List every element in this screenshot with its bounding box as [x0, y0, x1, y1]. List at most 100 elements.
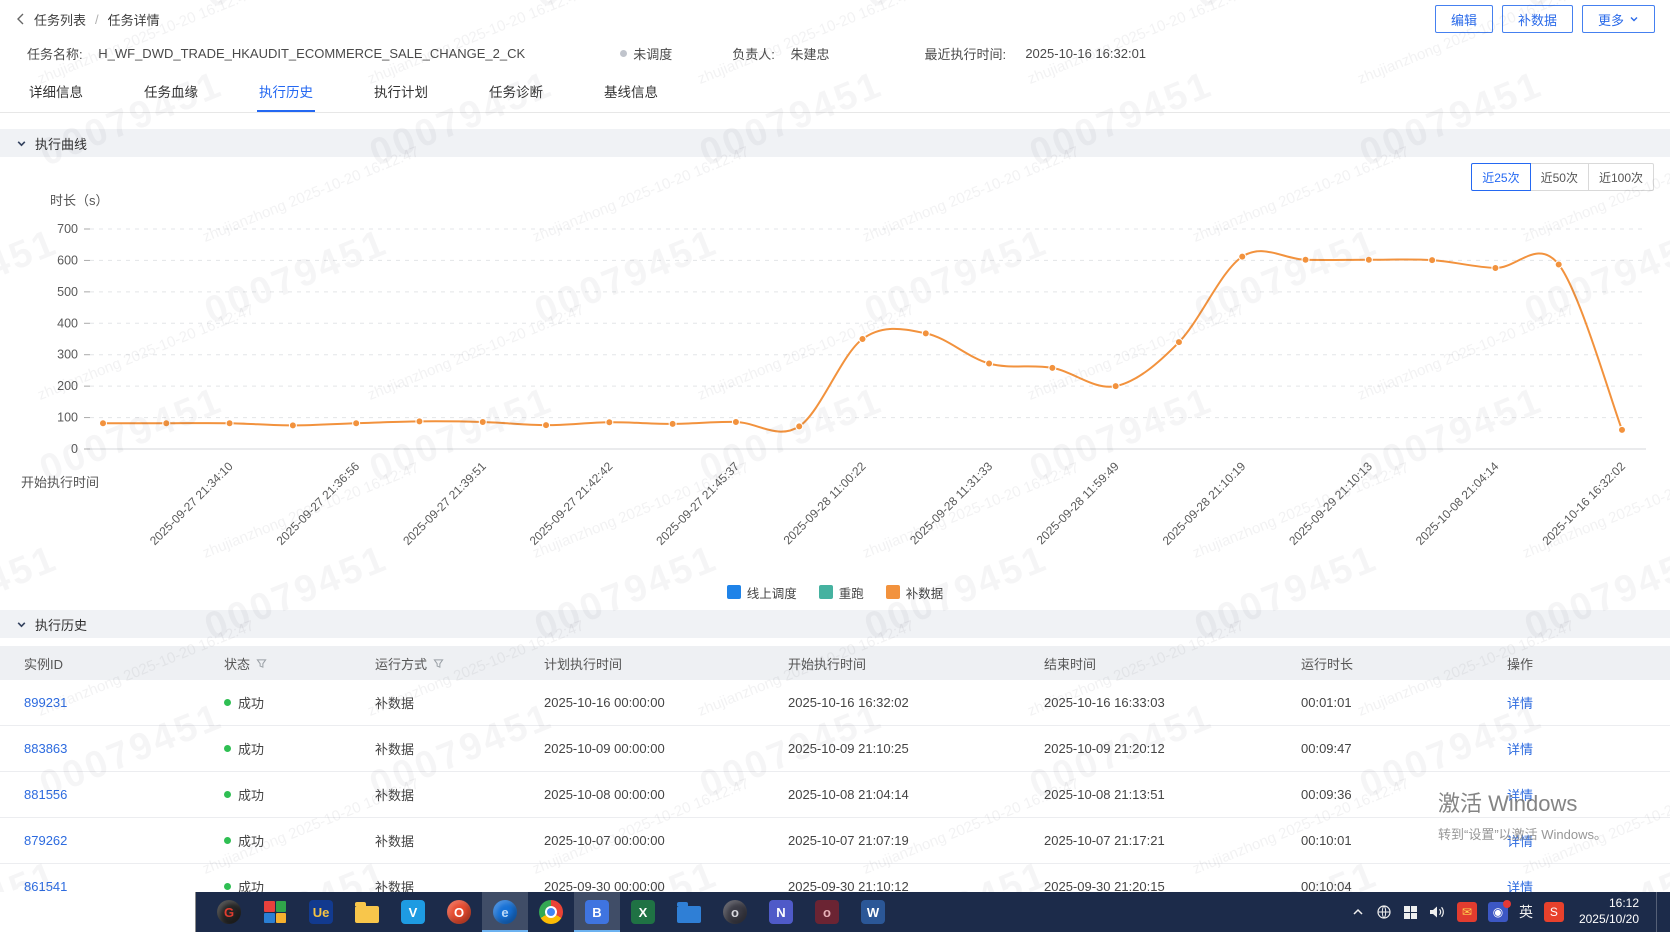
end-time-cell: 2025-10-09 21:20:12: [1044, 741, 1165, 756]
status-cell: 成功: [224, 693, 375, 712]
tab-history[interactable]: 执行历史: [257, 68, 315, 112]
detail-link[interactable]: 详情: [1507, 696, 1533, 711]
last-exec-time: 最近执行时间: 2025-10-16 16:32:01: [924, 45, 1147, 62]
start-time-cell: 2025-10-07 21:07:19: [788, 833, 909, 848]
tab-diagnosis[interactable]: 任务诊断: [487, 68, 545, 112]
backfill-button[interactable]: 补数据: [1501, 5, 1573, 33]
tray-windows-icon[interactable]: [1403, 905, 1418, 920]
detail-link[interactable]: 详情: [1507, 880, 1533, 892]
end-time-cell: 2025-10-16 16:33:03: [1044, 695, 1165, 710]
detail-link[interactable]: 详情: [1507, 788, 1533, 803]
start-time-cell: 2025-10-09 21:10:25: [788, 741, 909, 756]
tray-foxmail-icon[interactable]: ✉: [1456, 902, 1477, 922]
legend-rerun-swatch: [818, 585, 833, 599]
svg-text:700: 700: [57, 222, 78, 236]
instance-id-link[interactable]: 861541: [24, 879, 67, 892]
detail-link[interactable]: 详情: [1507, 742, 1533, 757]
tab-baseline[interactable]: 基线信息: [602, 68, 660, 112]
tab-bar: 详细信息 任务血缘 执行历史 执行计划 任务诊断 基线信息: [0, 68, 1670, 113]
back-icon[interactable]: [16, 13, 25, 25]
legend-backfill[interactable]: 补数据: [885, 583, 943, 602]
app-dark-red-g[interactable]: G: [206, 892, 252, 932]
instance-id-link[interactable]: 883863: [24, 741, 67, 756]
app-ultraedit[interactable]: Ue: [298, 892, 344, 932]
col-action: 操作: [1507, 656, 1534, 672]
more-button[interactable]: 更多: [1581, 5, 1655, 33]
tray-sogou-icon[interactable]: S: [1543, 902, 1564, 922]
instance-id-link[interactable]: 879262: [24, 833, 67, 848]
planned-time-cell: 2025-09-30 00:00:00: [544, 879, 665, 892]
run-mode-filter-icon[interactable]: [433, 658, 444, 669]
col-run-mode: 运行方式: [375, 654, 544, 673]
planned-time-cell: 2025-10-07 00:00:00: [544, 833, 665, 848]
status-cell: 成功: [224, 831, 375, 850]
tray-network-icon[interactable]: [1376, 904, 1392, 920]
end-time-cell: 2025-10-07 21:17:21: [1044, 833, 1165, 848]
taskbar-clock[interactable]: 16:12 2025/10/20: [1579, 896, 1639, 927]
range-50-button[interactable]: 近50次: [1529, 163, 1589, 191]
start-time-cell: 2025-10-08 21:04:14: [788, 787, 909, 802]
task-info-row: 任务名称: H_WF_DWD_TRADE_HKAUDIT_ECOMMERCE_S…: [0, 38, 1670, 68]
range-100-button[interactable]: 近100次: [1587, 163, 1654, 191]
planned-time-cell: 2025-10-09 00:00:00: [544, 741, 665, 756]
tray-notification-icon[interactable]: ◉: [1487, 900, 1511, 922]
edit-button[interactable]: 编辑: [1434, 5, 1493, 33]
breadcrumb-task-list[interactable]: 任务列表: [34, 10, 86, 29]
app-blue-folder[interactable]: [666, 892, 712, 932]
app-excel[interactable]: X: [620, 892, 666, 932]
col-duration: 运行时长: [1301, 656, 1354, 672]
legend-rerun[interactable]: 重跑: [818, 583, 864, 602]
svg-text:0: 0: [71, 442, 78, 456]
tray-ime-label[interactable]: 英: [1519, 902, 1533, 922]
start-time-cell: 2025-10-16 16:32:02: [788, 695, 909, 710]
success-dot: [224, 883, 231, 890]
tray-chevron-up-icon[interactable]: [1351, 906, 1365, 918]
svg-text:200: 200: [57, 379, 78, 393]
show-desktop-button[interactable]: [1656, 892, 1662, 932]
detail-link[interactable]: 详情: [1507, 834, 1533, 849]
svg-text:2025-09-27 21:39:51: 2025-09-27 21:39:51: [400, 459, 489, 548]
tab-plan[interactable]: 执行计划: [372, 68, 430, 112]
tray-volume-icon[interactable]: [1429, 905, 1446, 919]
app-chrome[interactable]: [528, 892, 574, 932]
app-file-explorer[interactable]: [344, 892, 390, 932]
system-tray: ✉ ◉ 英 S 16:12 2025/10/20: [1351, 892, 1670, 932]
status-filter-icon[interactable]: [256, 658, 267, 669]
collapse-icon-history[interactable]: [16, 619, 27, 630]
task-status: 未调度: [620, 44, 672, 63]
legend-online[interactable]: 线上调度: [726, 583, 797, 602]
instance-id-link[interactable]: 881556: [24, 787, 67, 802]
svg-text:2025-09-27 21:34:10: 2025-09-27 21:34:10: [147, 459, 236, 548]
svg-text:2025-09-27 21:36:56: 2025-09-27 21:36:56: [274, 459, 363, 548]
svg-text:600: 600: [57, 253, 78, 267]
tab-lineage[interactable]: 任务血缘: [142, 68, 200, 112]
app-dark-browser[interactable]: o: [712, 892, 758, 932]
instance-id-link[interactable]: 899231: [24, 695, 67, 710]
range-25-button[interactable]: 近25次: [1471, 163, 1531, 191]
tab-details[interactable]: 详细信息: [27, 68, 85, 112]
range-button-group: 近25次 近50次 近100次: [1471, 163, 1654, 191]
app-red-ring[interactable]: O: [436, 892, 482, 932]
task-name: 任务名称: H_WF_DWD_TRADE_HKAUDIT_ECOMMERCE_S…: [27, 45, 526, 62]
app-vscode[interactable]: V: [390, 892, 436, 932]
planned-time-cell: 2025-10-08 00:00:00: [544, 787, 665, 802]
execution-curve-chart[interactable]: 近25次 近50次 近100次 0 100 200 300 400 500 600 700 时长（s…: [0, 163, 1670, 604]
app-pinwheel[interactable]: [252, 892, 298, 932]
svg-text:2025-09-28 11:00:22: 2025-09-28 11:00:22: [781, 459, 869, 547]
app-maroon[interactable]: o: [804, 892, 850, 932]
status-cell: 成功: [224, 739, 375, 758]
taskbar-search-box[interactable]: [0, 892, 196, 932]
breadcrumb: 任务列表 / 任务详情: [16, 10, 160, 29]
section-title: 执行曲线: [35, 136, 88, 152]
end-time-cell: 2025-10-08 21:13:51: [1044, 787, 1165, 802]
svg-text:2025-10-16 16:32:02: 2025-10-16 16:32:02: [1539, 459, 1628, 548]
collapse-icon-curve[interactable]: [16, 138, 27, 149]
app-word[interactable]: W: [850, 892, 896, 932]
svg-text:2025-09-27 21:45:37: 2025-09-27 21:45:37: [653, 459, 742, 548]
app-blue-browser[interactable]: e: [482, 892, 528, 932]
app-onenote[interactable]: N: [758, 892, 804, 932]
svg-text:400: 400: [57, 316, 78, 330]
app-blue-b[interactable]: B: [574, 892, 620, 932]
col-status: 状态: [224, 654, 375, 673]
run-mode-cell: 补数据: [375, 696, 415, 711]
